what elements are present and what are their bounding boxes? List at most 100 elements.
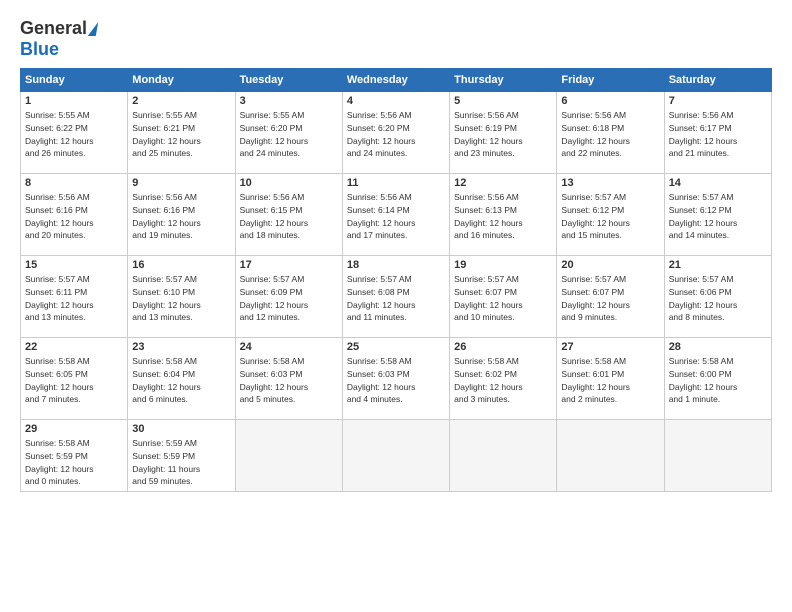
calendar-cell	[342, 420, 449, 492]
day-info: Sunrise: 5:56 AM Sunset: 6:16 PM Dayligh…	[25, 191, 123, 242]
calendar-cell: 1Sunrise: 5:55 AM Sunset: 6:22 PM Daylig…	[21, 92, 128, 174]
day-info: Sunrise: 5:58 AM Sunset: 6:05 PM Dayligh…	[25, 355, 123, 406]
day-number: 18	[347, 259, 445, 271]
week-row-2: 8 Sunrise: 5:56 AM Sunset: 6:16 PM Daylig…	[21, 174, 772, 256]
day-info: Sunrise: 5:57 AM Sunset: 6:10 PM Dayligh…	[132, 273, 230, 324]
calendar-cell: 29 Sunrise: 5:58 AM Sunset: 5:59 PM Dayli…	[21, 420, 128, 492]
day-number: 30	[132, 423, 230, 435]
calendar-cell: 27 Sunrise: 5:58 AM Sunset: 6:01 PM Dayli…	[557, 338, 664, 420]
day-number: 5	[454, 95, 552, 107]
day-info: Sunrise: 5:57 AM Sunset: 6:06 PM Dayligh…	[669, 273, 767, 324]
calendar-cell: 11Sunrise: 5:56 AM Sunset: 6:14 PM Dayli…	[342, 174, 449, 256]
day-number: 15	[25, 259, 123, 271]
day-info: Sunrise: 5:55 AM Sunset: 6:20 PM Dayligh…	[240, 109, 338, 160]
day-info: Sunrise: 5:58 AM Sunset: 6:00 PM Dayligh…	[669, 355, 767, 406]
calendar-cell: 16Sunrise: 5:57 AM Sunset: 6:10 PM Dayli…	[128, 256, 235, 338]
week-row-4: 22 Sunrise: 5:58 AM Sunset: 6:05 PM Dayli…	[21, 338, 772, 420]
day-info: Sunrise: 5:57 AM Sunset: 6:11 PM Dayligh…	[25, 273, 123, 324]
calendar-cell: 24 Sunrise: 5:58 AM Sunset: 6:03 PM Dayli…	[235, 338, 342, 420]
calendar-cell: 10 Sunrise: 5:56 AM Sunset: 6:15 PM Dayli…	[235, 174, 342, 256]
day-number: 10	[240, 177, 338, 189]
logo: General Blue	[20, 18, 97, 60]
calendar-cell: 2 Sunrise: 5:55 AM Sunset: 6:21 PM Daylig…	[128, 92, 235, 174]
page: General Blue SundayMondayTuesdayWednesda…	[0, 0, 792, 612]
day-number: 29	[25, 423, 123, 435]
calendar-cell: 5 Sunrise: 5:56 AM Sunset: 6:19 PM Daylig…	[450, 92, 557, 174]
day-info: Sunrise: 5:56 AM Sunset: 6:16 PM Dayligh…	[132, 191, 230, 242]
weekday-header-sunday: Sunday	[21, 69, 128, 92]
calendar-cell: 4 Sunrise: 5:56 AM Sunset: 6:20 PM Daylig…	[342, 92, 449, 174]
calendar-cell: 8 Sunrise: 5:56 AM Sunset: 6:16 PM Daylig…	[21, 174, 128, 256]
calendar-cell: 9 Sunrise: 5:56 AM Sunset: 6:16 PM Daylig…	[128, 174, 235, 256]
calendar-cell: 25 Sunrise: 5:58 AM Sunset: 6:03 PM Dayli…	[342, 338, 449, 420]
calendar-cell: 12 Sunrise: 5:56 AM Sunset: 6:13 PM Dayli…	[450, 174, 557, 256]
day-info: Sunrise: 5:57 AM Sunset: 6:08 PM Dayligh…	[347, 273, 445, 324]
calendar-cell	[235, 420, 342, 492]
calendar-cell: 18 Sunrise: 5:57 AM Sunset: 6:08 PM Dayli…	[342, 256, 449, 338]
day-number: 25	[347, 341, 445, 353]
logo-icon	[88, 22, 98, 36]
day-number: 21	[669, 259, 767, 271]
day-number: 14	[669, 177, 767, 189]
logo-blue-text: Blue	[20, 39, 59, 60]
day-number: 22	[25, 341, 123, 353]
day-number: 19	[454, 259, 552, 271]
calendar-cell	[450, 420, 557, 492]
calendar-cell: 3 Sunrise: 5:55 AM Sunset: 6:20 PM Daylig…	[235, 92, 342, 174]
day-number: 17	[240, 259, 338, 271]
day-info: Sunrise: 5:58 AM Sunset: 5:59 PM Dayligh…	[25, 437, 123, 488]
calendar-cell	[557, 420, 664, 492]
day-number: 6	[561, 95, 659, 107]
day-number: 7	[669, 95, 767, 107]
day-info: Sunrise: 5:57 AM Sunset: 6:12 PM Dayligh…	[669, 191, 767, 242]
weekday-header-thursday: Thursday	[450, 69, 557, 92]
day-number: 3	[240, 95, 338, 107]
day-info: Sunrise: 5:57 AM Sunset: 6:07 PM Dayligh…	[454, 273, 552, 324]
day-info: Sunrise: 5:58 AM Sunset: 6:03 PM Dayligh…	[240, 355, 338, 406]
day-number: 27	[561, 341, 659, 353]
day-number: 20	[561, 259, 659, 271]
day-info: Sunrise: 5:58 AM Sunset: 6:01 PM Dayligh…	[561, 355, 659, 406]
calendar-cell: 13Sunrise: 5:57 AM Sunset: 6:12 PM Dayli…	[557, 174, 664, 256]
day-info: Sunrise: 5:55 AM Sunset: 6:22 PM Dayligh…	[25, 109, 123, 160]
day-info: Sunrise: 5:56 AM Sunset: 6:20 PM Dayligh…	[347, 109, 445, 160]
week-row-3: 15 Sunrise: 5:57 AM Sunset: 6:11 PM Dayli…	[21, 256, 772, 338]
weekday-header-friday: Friday	[557, 69, 664, 92]
calendar-cell: 14 Sunrise: 5:57 AM Sunset: 6:12 PM Dayli…	[664, 174, 771, 256]
calendar-cell: 23Sunrise: 5:58 AM Sunset: 6:04 PM Dayli…	[128, 338, 235, 420]
header: General Blue	[20, 18, 772, 60]
calendar-cell: 22 Sunrise: 5:58 AM Sunset: 6:05 PM Dayli…	[21, 338, 128, 420]
day-info: Sunrise: 5:58 AM Sunset: 6:02 PM Dayligh…	[454, 355, 552, 406]
day-number: 8	[25, 177, 123, 189]
calendar-cell: 19 Sunrise: 5:57 AM Sunset: 6:07 PM Dayli…	[450, 256, 557, 338]
day-number: 11	[347, 177, 445, 189]
weekday-header-tuesday: Tuesday	[235, 69, 342, 92]
calendar-cell: 20 Sunrise: 5:57 AM Sunset: 6:07 PM Dayli…	[557, 256, 664, 338]
day-info: Sunrise: 5:55 AM Sunset: 6:21 PM Dayligh…	[132, 109, 230, 160]
day-info: Sunrise: 5:56 AM Sunset: 6:15 PM Dayligh…	[240, 191, 338, 242]
day-info: Sunrise: 5:57 AM Sunset: 6:07 PM Dayligh…	[561, 273, 659, 324]
day-number: 12	[454, 177, 552, 189]
calendar-cell: 6 Sunrise: 5:56 AM Sunset: 6:18 PM Daylig…	[557, 92, 664, 174]
day-number: 24	[240, 341, 338, 353]
calendar-cell	[664, 420, 771, 492]
day-number: 26	[454, 341, 552, 353]
day-number: 23	[132, 341, 230, 353]
day-info: Sunrise: 5:58 AM Sunset: 6:03 PM Dayligh…	[347, 355, 445, 406]
day-number: 2	[132, 95, 230, 107]
day-number: 4	[347, 95, 445, 107]
day-info: Sunrise: 5:56 AM Sunset: 6:18 PM Dayligh…	[561, 109, 659, 160]
day-info: Sunrise: 5:56 AM Sunset: 6:19 PM Dayligh…	[454, 109, 552, 160]
calendar-cell: 21 Sunrise: 5:57 AM Sunset: 6:06 PM Dayli…	[664, 256, 771, 338]
day-info: Sunrise: 5:56 AM Sunset: 6:13 PM Dayligh…	[454, 191, 552, 242]
day-number: 9	[132, 177, 230, 189]
calendar-cell: 30Sunrise: 5:59 AM Sunset: 5:59 PM Dayli…	[128, 420, 235, 492]
calendar-cell: 26 Sunrise: 5:58 AM Sunset: 6:02 PM Dayli…	[450, 338, 557, 420]
calendar-cell: 28Sunrise: 5:58 AM Sunset: 6:00 PM Dayli…	[664, 338, 771, 420]
weekday-header-monday: Monday	[128, 69, 235, 92]
calendar-cell: 15 Sunrise: 5:57 AM Sunset: 6:11 PM Dayli…	[21, 256, 128, 338]
day-number: 13	[561, 177, 659, 189]
week-row-1: 1Sunrise: 5:55 AM Sunset: 6:22 PM Daylig…	[21, 92, 772, 174]
calendar-cell: 17Sunrise: 5:57 AM Sunset: 6:09 PM Dayli…	[235, 256, 342, 338]
logo-general-text: General	[20, 18, 87, 39]
